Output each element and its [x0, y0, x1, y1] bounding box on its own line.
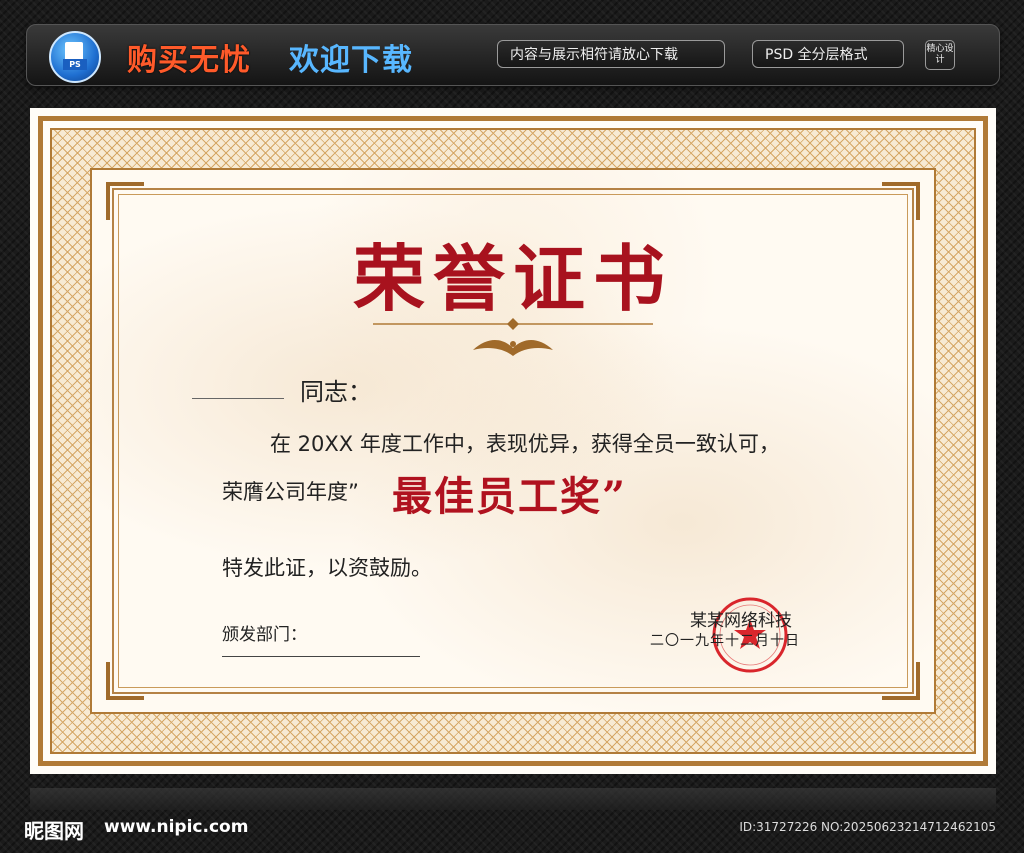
title-divider-ornament: [373, 318, 653, 356]
notice-pill: 内容与展示相符请放心下载: [497, 40, 725, 68]
issuer-signature-line: [222, 656, 420, 657]
body-line-2-prefix: 荣膺公司年度”: [222, 480, 359, 504]
issuing-company: 某某网络科技: [690, 611, 792, 631]
issue-date: 二〇一九年十二月十日: [650, 633, 800, 649]
addressee-suffix: 同志：: [300, 378, 372, 406]
image-id-info: ID:31727226 NO:20250623214712462105: [739, 820, 996, 834]
corner-ornament-bottom-right: [882, 662, 920, 700]
award-name: 最佳员工奖”: [392, 473, 628, 520]
ps-icon-tag: PS: [63, 59, 87, 70]
body-line-3: 特发此证，以资鼓励。: [222, 556, 432, 580]
top-banner: PS 购买无忧 欢迎下载 内容与展示相符请放心下载 PSD 全分层格式 精心设计: [26, 24, 1000, 86]
addressee-blank-line: [192, 398, 284, 399]
footer-strip: [30, 788, 996, 810]
slogan-primary: 购买无忧: [127, 43, 251, 78]
corner-ornament-top-right: [882, 182, 920, 220]
issuer-label: 颁发部门：: [222, 625, 307, 645]
slogan-secondary: 欢迎下载: [289, 43, 413, 78]
body-line-1: 在 20XX 年度工作中，表现优异，获得全员一致认可，: [270, 432, 780, 456]
ps-file-icon: PS: [49, 31, 101, 83]
design-badge: 精心设计: [925, 40, 955, 70]
corner-ornament-bottom-left: [106, 662, 144, 700]
format-pill: PSD 全分层格式: [752, 40, 904, 68]
site-logo: 昵图网: [24, 819, 84, 843]
certificate-title: 荣誉证书: [352, 237, 673, 321]
certificate: 荣誉证书 同志： 在 20XX 年度工作中，表现优异，获得全员一致认可， 荣膺公…: [30, 108, 996, 774]
site-url[interactable]: www.nipic.com: [104, 817, 248, 837]
corner-ornament-top-left: [106, 182, 144, 220]
